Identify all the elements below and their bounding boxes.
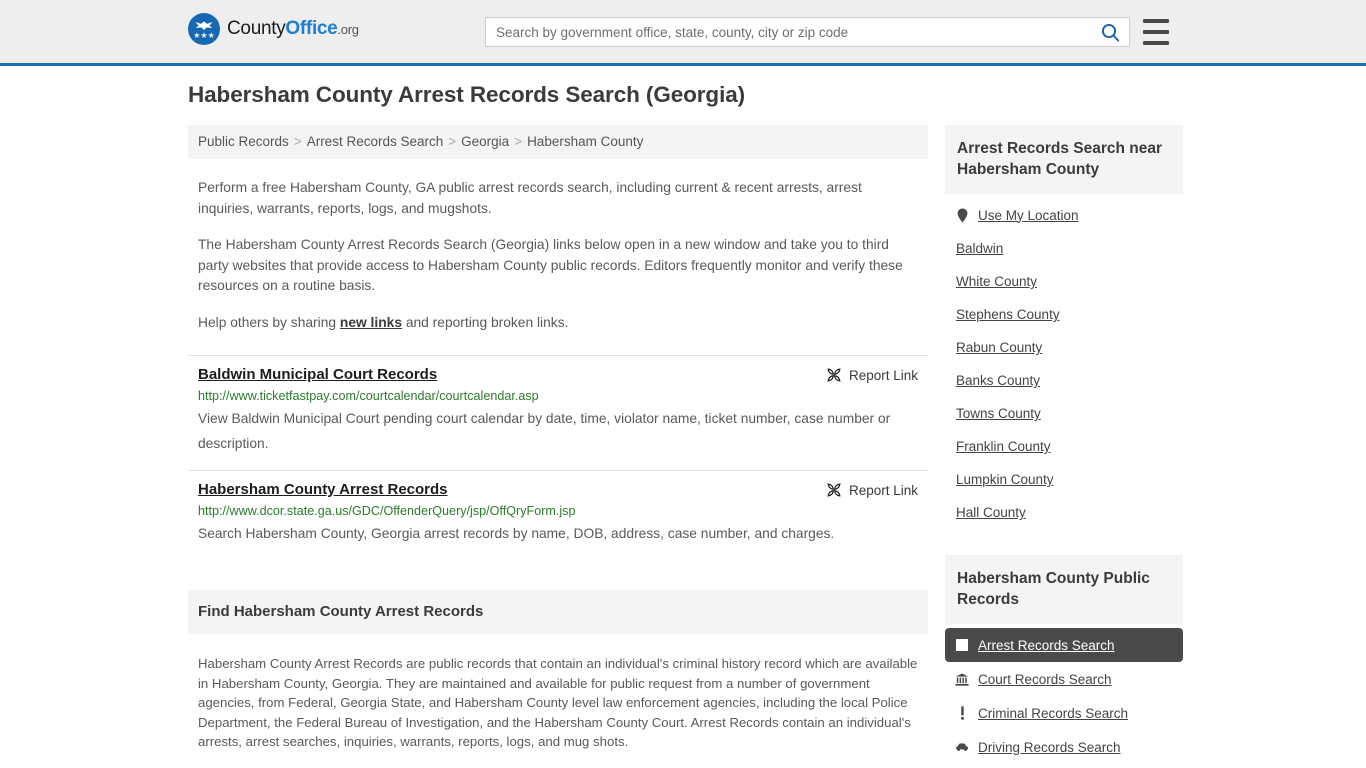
sidebar-item-hall-county[interactable]: Hall County: [945, 496, 1183, 529]
sidebar-item-use-my-location[interactable]: Use My Location: [945, 198, 1183, 232]
sidebar-nearby-link[interactable]: Use My Location: [978, 208, 1079, 223]
sidebar-nearby-list: Use My Location Baldwin White County Ste…: [945, 194, 1183, 529]
find-records-section: Find Habersham County Arrest Records Hab…: [188, 590, 928, 768]
sidebar-item-arrest-records-search[interactable]: Arrest Records Search: [945, 628, 1183, 662]
result-description: Search Habersham County, Georgia arrest …: [198, 526, 835, 541]
intro-paragraph-1: Perform a free Habersham County, GA publ…: [198, 180, 862, 216]
intro-section: Perform a free Habersham County, GA publ…: [188, 178, 928, 333]
result-title-link[interactable]: Baldwin Municipal Court Records: [198, 366, 437, 383]
sidebar-nearby-link[interactable]: White County: [956, 274, 1037, 289]
logo-stars: ★★★: [193, 31, 215, 40]
sidebar-public-records-heading: Habersham County Public Records: [945, 555, 1183, 624]
courthouse-icon: [955, 671, 969, 687]
report-link-button[interactable]: Report Link: [826, 367, 918, 383]
new-links-link[interactable]: new links: [340, 315, 402, 330]
report-link-label: Report Link: [848, 482, 918, 498]
intro-share-prefix: Help others by sharing: [198, 314, 340, 330]
sidebar-item-towns-county[interactable]: Towns County: [945, 397, 1183, 430]
breadcrumb-item-public-records[interactable]: Public Records: [198, 134, 289, 149]
search-input[interactable]: [486, 18, 1091, 46]
main-content: Public Records > Arrest Records Search > Geo…: [188, 125, 928, 768]
page-container: Habersham County Arrest Records Search (…: [183, 66, 1183, 768]
sidebar-item-baldwin[interactable]: Baldwin: [945, 232, 1183, 265]
sidebar-record-link[interactable]: Court Records Search: [978, 672, 1112, 687]
results-list: Baldwin Municipal Court Records Report L…: [188, 355, 928, 560]
sidebar-item-banks-county[interactable]: Banks County: [945, 364, 1183, 397]
result-item: Baldwin Municipal Court Records Report L…: [188, 355, 928, 470]
sidebar-item-court-records-search[interactable]: Court Records Search: [945, 662, 1183, 696]
breadcrumb: Public Records > Arrest Records Search > Geo…: [188, 125, 928, 159]
result-item: Habersham County Arrest Records Report L…: [188, 470, 928, 560]
sidebar-item-rabun-county[interactable]: Rabun County: [945, 331, 1183, 364]
breadcrumb-item-georgia[interactable]: Georgia: [461, 134, 509, 149]
sidebar-nearby-link[interactable]: Stephens County: [956, 307, 1060, 322]
sidebar: Arrest Records Search near Habersham Cou…: [945, 125, 1183, 768]
sidebar-item-criminal-records-search[interactable]: Criminal Records Search: [945, 696, 1183, 730]
sidebar-nearby-link[interactable]: Lumpkin County: [956, 472, 1054, 487]
report-link-button[interactable]: Report Link: [826, 482, 918, 498]
sidebar-item-franklin-county[interactable]: Franklin County: [945, 430, 1183, 463]
sidebar-item-lumpkin-county[interactable]: Lumpkin County: [945, 463, 1183, 496]
intro-paragraph-2: The Habersham County Arrest Records Sear…: [198, 237, 903, 293]
sidebar-item-driving-records-search[interactable]: Driving Records Search: [945, 730, 1183, 764]
breadcrumb-separator-2: >: [448, 134, 457, 149]
logo-text-county: County: [227, 18, 286, 39]
handcuffs-icon: [955, 637, 969, 653]
result-url[interactable]: http://www.dcor.state.ga.us/GDC/Offender…: [198, 504, 918, 518]
search-button[interactable]: [1091, 18, 1129, 46]
site-header: ★★★ CountyOffice.org: [0, 0, 1366, 66]
logo-text-office: Office: [285, 18, 338, 39]
search-icon: [1101, 23, 1119, 42]
breadcrumb-separator-1: >: [293, 134, 302, 149]
breadcrumb-item-habersham-county: Habersham County: [527, 134, 644, 149]
sidebar-item-white-county[interactable]: White County: [945, 265, 1183, 298]
logo-wordmark: CountyOffice.org: [227, 18, 359, 40]
sidebar-public-records-box: Habersham County Public Records Arrest R…: [945, 555, 1183, 764]
sidebar-record-link[interactable]: Criminal Records Search: [978, 706, 1128, 721]
eagle-shield-logo-icon: ★★★: [188, 13, 220, 45]
sidebar-nearby-link[interactable]: Rabun County: [956, 340, 1042, 355]
menu-bar-2: [1143, 30, 1169, 34]
car-icon: [955, 739, 969, 755]
sidebar-record-link[interactable]: Driving Records Search: [978, 740, 1121, 755]
broken-link-icon: [827, 368, 841, 382]
site-logo[interactable]: ★★★ CountyOffice.org: [188, 13, 359, 45]
sidebar-nearby-box: Arrest Records Search near Habersham Cou…: [945, 125, 1183, 529]
sidebar-item-stephens-county[interactable]: Stephens County: [945, 298, 1183, 331]
intro-share-suffix: and reporting broken links.: [402, 314, 569, 330]
sidebar-nearby-heading: Arrest Records Search near Habersham Cou…: [945, 125, 1183, 194]
broken-link-icon: [827, 483, 841, 497]
find-records-body: Habersham County Arrest Records are publ…: [198, 656, 918, 749]
search-bar: [485, 17, 1130, 47]
hamburger-menu-icon[interactable]: [1143, 19, 1169, 45]
eagle-glyph: [195, 21, 213, 31]
sidebar-record-link[interactable]: Arrest Records Search: [978, 638, 1115, 653]
sidebar-nearby-link[interactable]: Hall County: [956, 505, 1026, 520]
sidebar-nearby-link[interactable]: Franklin County: [956, 439, 1051, 454]
breadcrumb-separator-3: >: [514, 134, 523, 149]
page-title: Habersham County Arrest Records Search (…: [188, 82, 746, 107]
logo-text-org: .org: [337, 22, 359, 37]
intro-paragraph-3: Help others by sharing new links and rep…: [198, 313, 918, 334]
result-title-link[interactable]: Habersham County Arrest Records: [198, 481, 448, 498]
location-pin-icon: [955, 207, 969, 223]
result-url[interactable]: http://www.ticketfastpay.com/courtcalend…: [198, 389, 918, 403]
sidebar-nearby-link[interactable]: Baldwin: [956, 241, 1003, 256]
sidebar-public-records-list: Arrest Records Search Court Records Sear…: [945, 624, 1183, 764]
sidebar-nearby-link[interactable]: Towns County: [956, 406, 1041, 421]
sidebar-nearby-link[interactable]: Banks County: [956, 373, 1040, 388]
report-link-label: Report Link: [848, 367, 918, 383]
breadcrumb-item-arrest-records-search[interactable]: Arrest Records Search: [307, 134, 444, 149]
find-records-heading: Find Habersham County Arrest Records: [188, 590, 928, 634]
exclamation-icon: [955, 705, 969, 721]
menu-bar-3: [1143, 41, 1169, 45]
result-description: View Baldwin Municipal Court pending cou…: [198, 411, 891, 451]
menu-bar-1: [1143, 19, 1169, 23]
